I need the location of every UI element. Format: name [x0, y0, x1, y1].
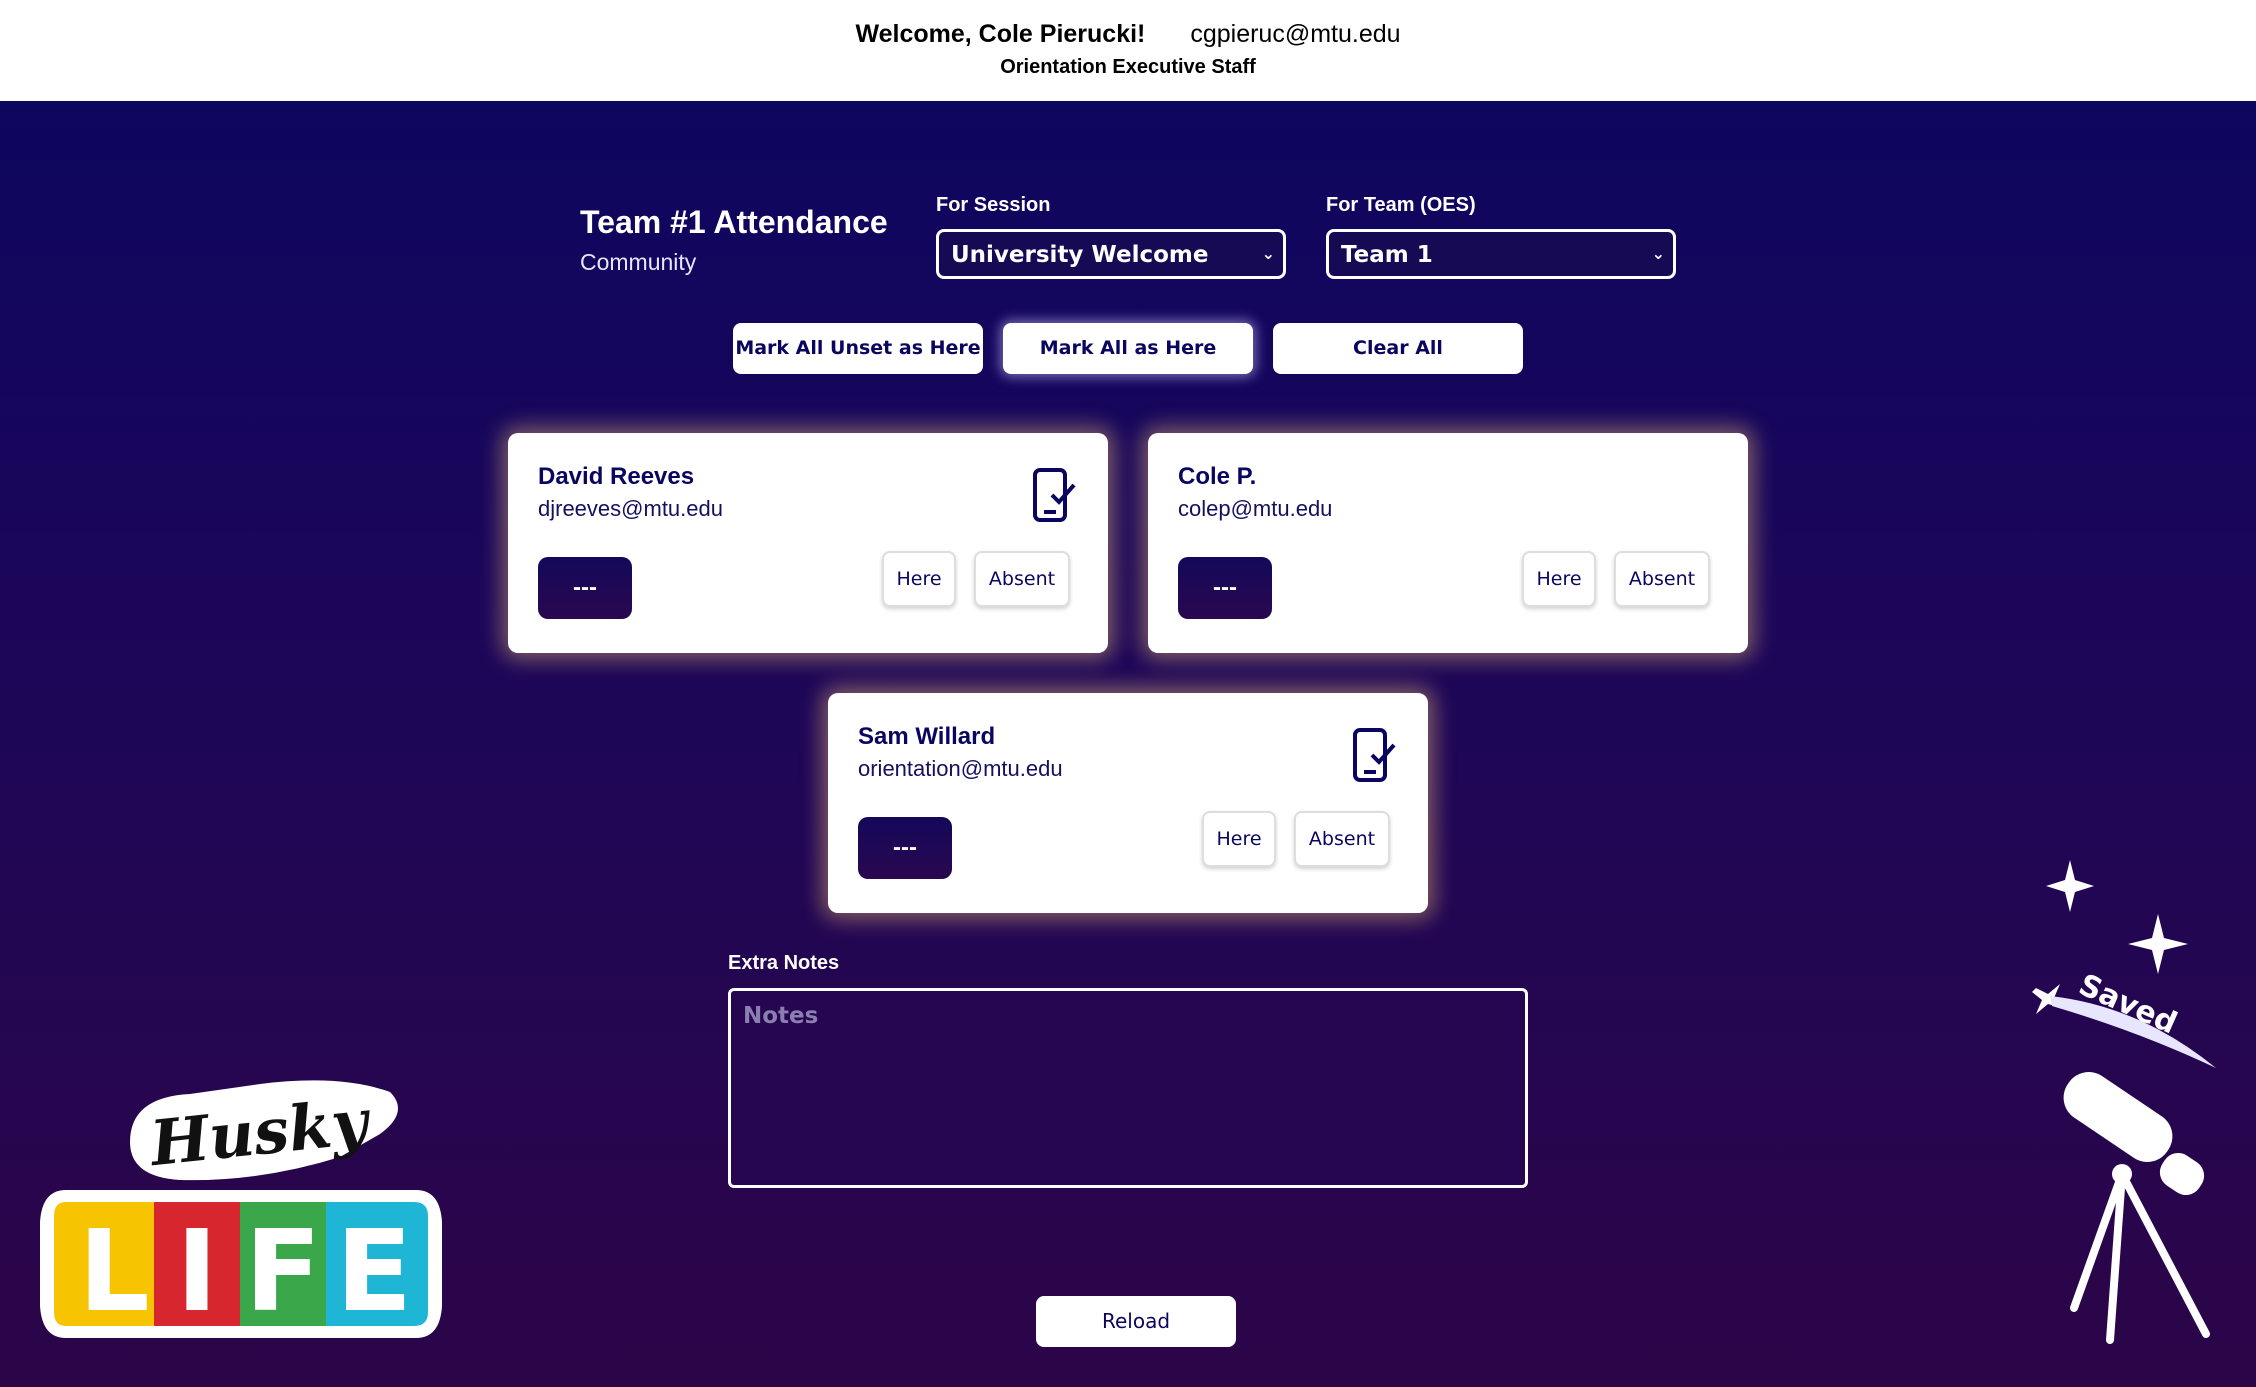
member-email: orientation@mtu.edu: [858, 756, 1063, 781]
here-button[interactable]: Here: [1202, 811, 1276, 867]
mobile-check-icon: [1033, 468, 1076, 522]
husky-life-logo: Husky L I F E: [36, 1072, 446, 1352]
session-select-value: University Welcome: [951, 242, 1209, 268]
attendance-status-button[interactable]: ---: [1178, 557, 1272, 619]
absent-button[interactable]: Absent: [1294, 811, 1390, 867]
member-card: Cole P. colep@mtu.edu --- Here Absent: [1148, 433, 1748, 653]
mark-unset-here-button[interactable]: Mark All Unset as Here: [733, 323, 983, 374]
team-select[interactable]: Team 1 ⌄: [1326, 229, 1676, 279]
top-bar: Welcome, Cole Pierucki! cgpieruc@mtu.edu…: [0, 0, 2256, 101]
notes-textarea[interactable]: Notes: [728, 988, 1528, 1188]
sparkle-icon: [2046, 860, 2094, 912]
telescope-icon: [2063, 1072, 2210, 1344]
page-title-block: Team #1 Attendance Community: [580, 204, 888, 276]
attendance-status-button[interactable]: ---: [858, 817, 952, 879]
session-label: For Session: [936, 194, 1051, 216]
clear-all-button[interactable]: Clear All: [1273, 323, 1523, 374]
reload-button[interactable]: Reload: [1036, 1296, 1236, 1347]
mobile-check-icon: [1353, 728, 1396, 782]
member-email: djreeves@mtu.edu: [538, 496, 723, 521]
svg-text:F: F: [245, 1207, 322, 1337]
husky-wordmark: Husky: [130, 1080, 398, 1180]
welcome-text: Welcome, Cole Pierucki!: [855, 20, 1146, 48]
saved-badge: Saved: [2032, 860, 2216, 1344]
here-button[interactable]: Here: [1522, 551, 1596, 607]
member-card: David Reeves djreeves@mtu.edu --- Here A…: [508, 433, 1108, 653]
page-subtitle: Community: [580, 249, 697, 275]
chevron-down-icon: ⌄: [1651, 244, 1665, 263]
member-email: colep@mtu.edu: [1178, 496, 1333, 521]
page-title: Team #1 Attendance: [580, 204, 888, 240]
notes-label: Extra Notes: [728, 952, 840, 974]
member-name: Cole P.: [1178, 463, 1257, 490]
svg-text:L: L: [78, 1207, 149, 1337]
chevron-down-icon: ⌄: [1261, 244, 1275, 263]
team-select-value: Team 1: [1341, 242, 1433, 268]
sparkle-icon: [2128, 914, 2188, 974]
member-card: Sam Willard orientation@mtu.edu --- Here…: [828, 693, 1428, 913]
member-name: Sam Willard: [858, 723, 996, 750]
life-wordmark: L I F E: [40, 1190, 442, 1338]
user-email: cgpieruc@mtu.edu: [1190, 20, 1401, 48]
absent-button[interactable]: Absent: [974, 551, 1070, 607]
absent-button[interactable]: Absent: [1614, 551, 1710, 607]
team-label: For Team (OES): [1326, 194, 1476, 216]
here-button[interactable]: Here: [882, 551, 956, 607]
svg-text:E: E: [336, 1207, 413, 1337]
notes-placeholder: Notes: [743, 1003, 819, 1029]
mark-all-here-button[interactable]: Mark All as Here: [1003, 323, 1253, 374]
session-select[interactable]: University Welcome ⌄: [936, 229, 1286, 279]
member-name: David Reeves: [538, 463, 695, 490]
user-role: Orientation Executive Staff: [1000, 56, 1256, 78]
attendance-status-button[interactable]: ---: [538, 557, 632, 619]
svg-text:I: I: [176, 1207, 218, 1337]
